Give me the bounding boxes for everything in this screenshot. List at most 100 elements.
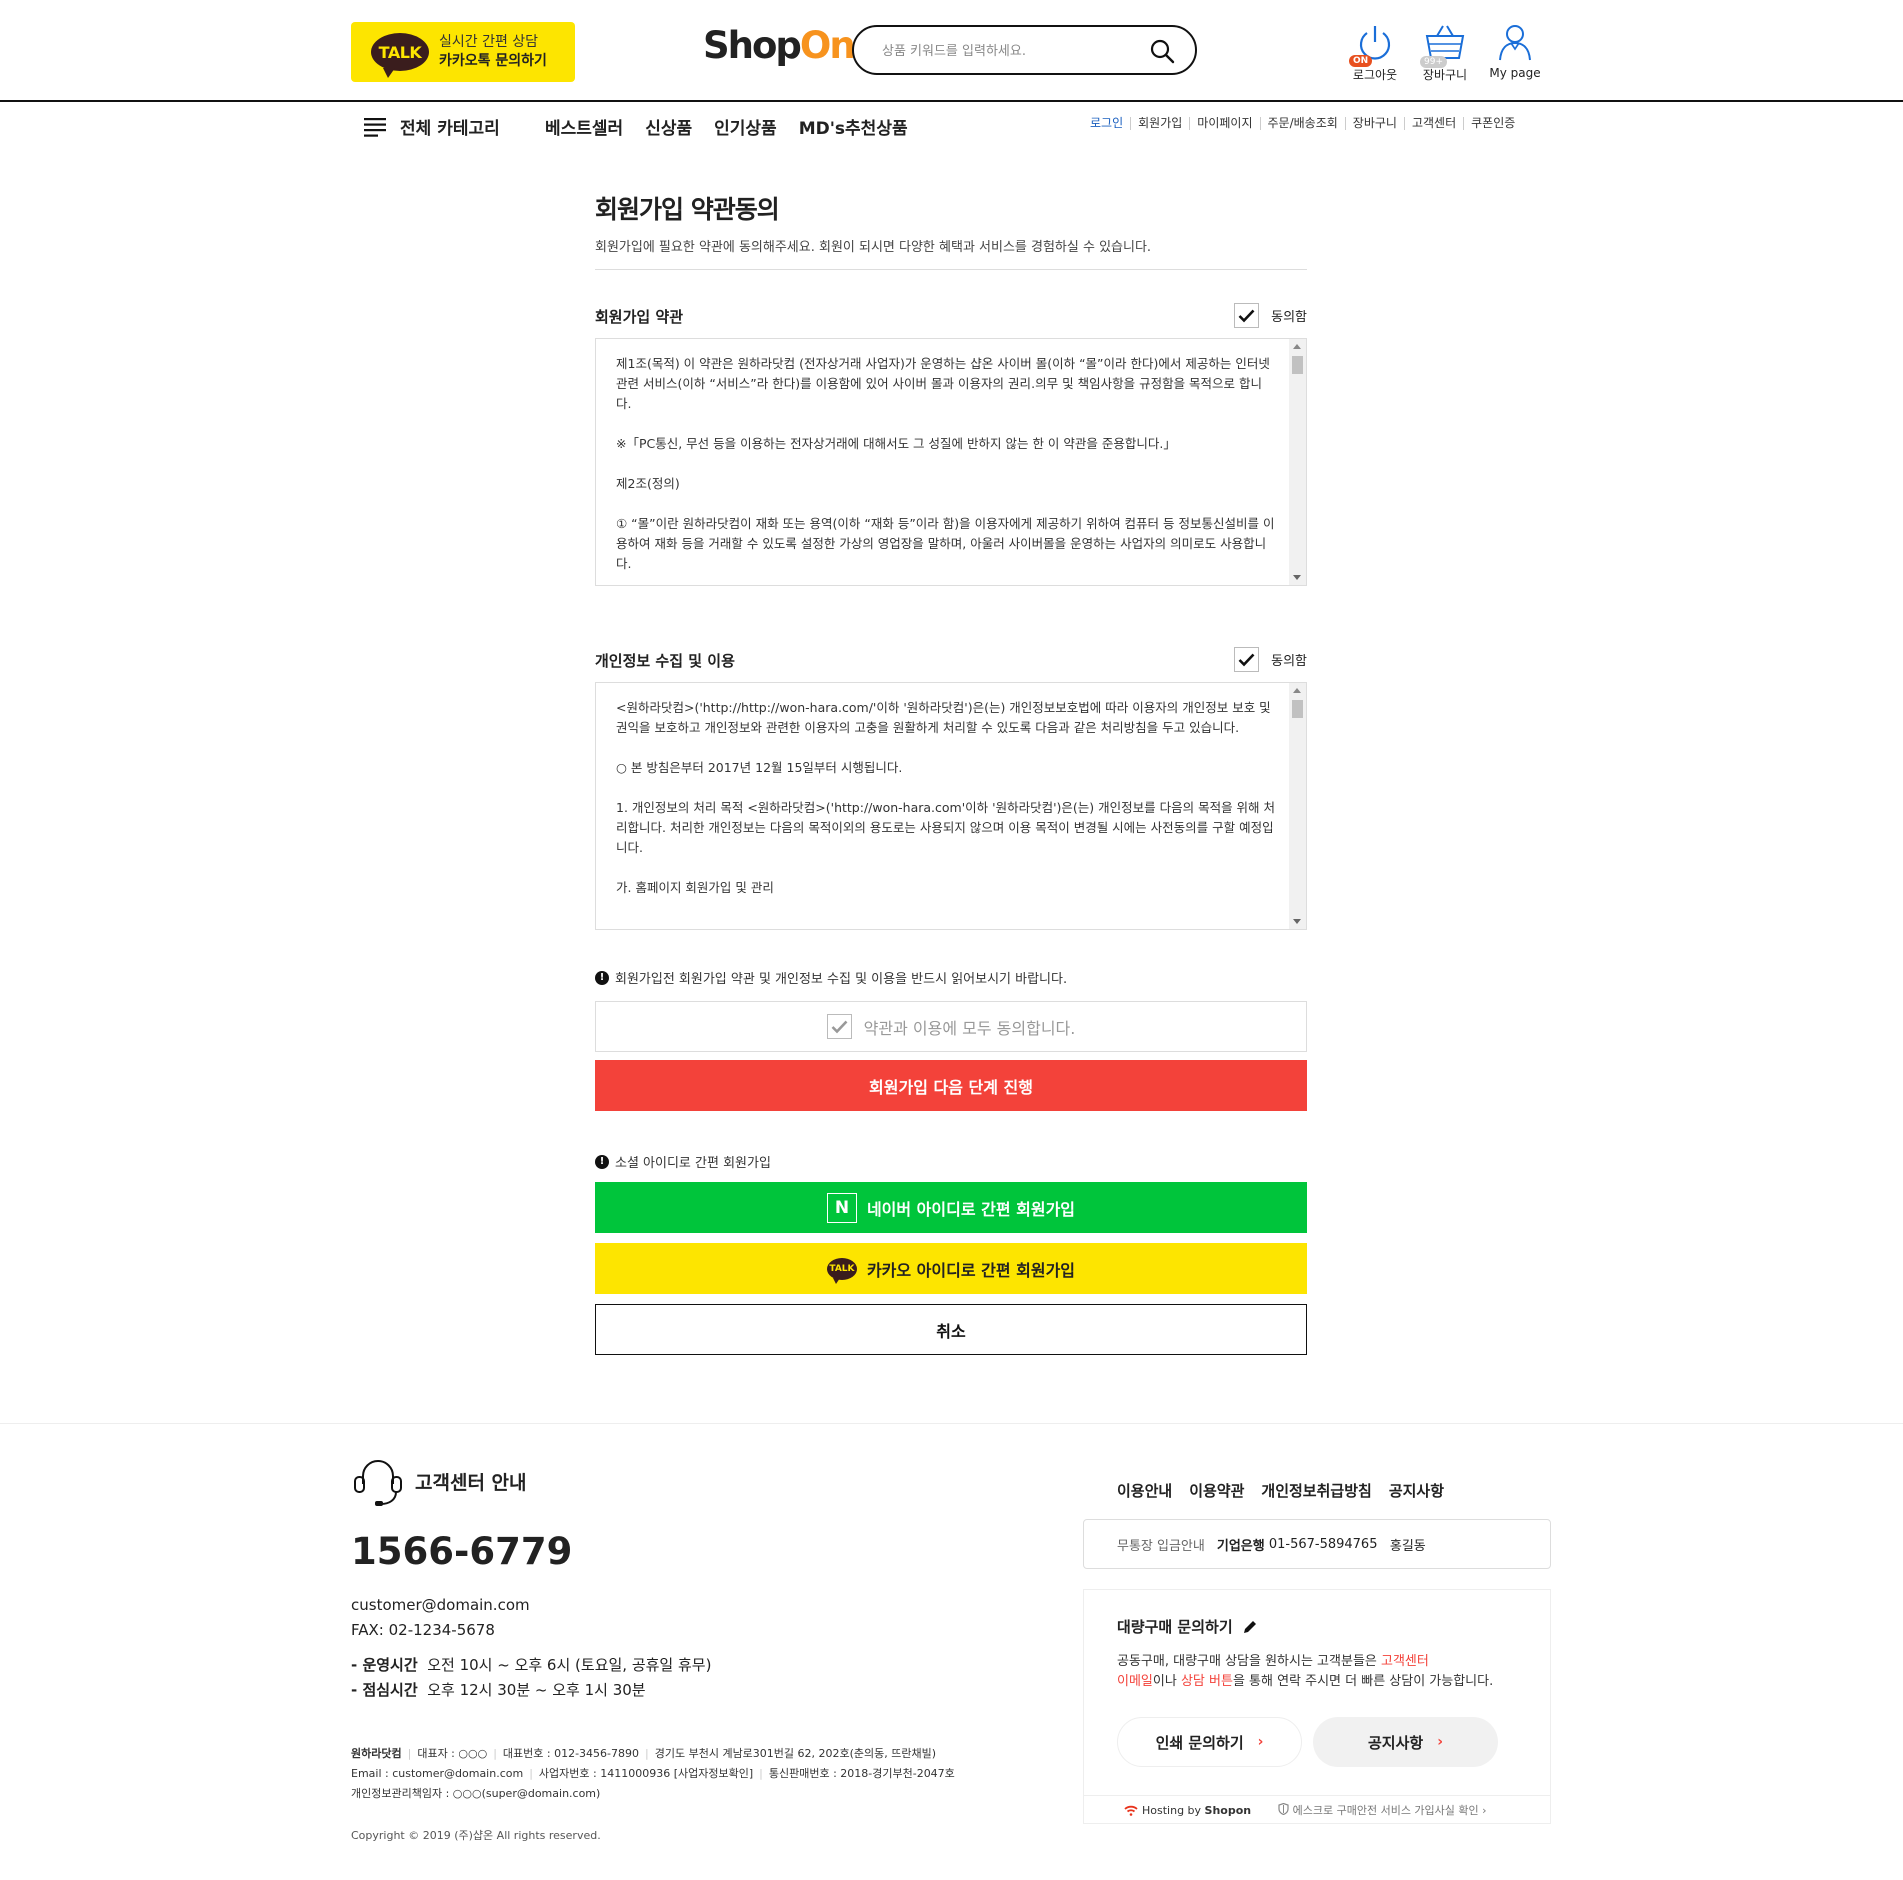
- scroll-thumb[interactable]: [1292, 700, 1303, 718]
- scroll-up-arrow-icon[interactable]: [1293, 688, 1301, 693]
- terms-agree: 동의함: [1234, 303, 1307, 328]
- footer-link-guide[interactable]: 이용안내: [1117, 1480, 1172, 1501]
- check-icon: [831, 1020, 848, 1033]
- subnav-coupon[interactable]: 쿠폰인증: [1463, 117, 1522, 130]
- print-inquiry-button[interactable]: 인쇄 문의하기 ›: [1117, 1717, 1302, 1767]
- hosting-name[interactable]: Shopon: [1205, 1804, 1252, 1817]
- privacy-section-header: 개인정보 수집 및 이용 동의함: [595, 647, 1307, 672]
- cs-title: 고객센터 안내: [351, 1454, 711, 1508]
- bank-account: 01-567-5894765: [1268, 1536, 1378, 1552]
- bank-info-box: 무통장 입금안내 기업은행 01-567-5894765 홍길동: [1083, 1519, 1551, 1569]
- read-terms-notice: ! 회원가입전 회원가입 약관 및 개인정보 수집 및 이용을 반드시 읽어보시…: [595, 968, 1307, 987]
- util-icons: ON 로그아웃 99+ 장바구니 My page: [1340, 22, 1550, 83]
- scroll-thumb[interactable]: [1292, 356, 1303, 374]
- kakao-signup-button[interactable]: TALK 카카오 아이디로 간편 회원가입: [595, 1243, 1307, 1294]
- footer-link-terms[interactable]: 이용약관: [1189, 1480, 1244, 1501]
- ceo: 대표자 : ○○○: [417, 1747, 488, 1760]
- business-number[interactable]: 사업자번호 : 1411000936 [사업자정보확인]: [539, 1767, 753, 1780]
- top-header: TALK 실시간 간편 상담 카카오톡 문의하기 ShopOn ON 로그아웃: [0, 0, 1903, 102]
- cart-button[interactable]: 99+ 장바구니: [1410, 22, 1480, 83]
- headset-icon: [354, 1460, 402, 1506]
- chevron-right-icon: ›: [1257, 1734, 1264, 1750]
- cs-phone: 1566-6779: [351, 1530, 573, 1573]
- on-badge: ON: [1349, 55, 1373, 67]
- signup-next-button[interactable]: 회원가입 다음 단계 진행: [595, 1060, 1307, 1111]
- footer-link-privacy[interactable]: 개인정보취급방침: [1261, 1480, 1371, 1501]
- naver-signup-button[interactable]: N 네이버 아이디로 간편 회원가입: [595, 1182, 1307, 1233]
- bulk-desc-text: 공동구매, 대량구매 상담을 원하시는 고객분들은: [1117, 1654, 1381, 1669]
- kakao-line2: 카카오톡 문의하기: [439, 53, 547, 69]
- bulk-desc-cs-link[interactable]: 고객센터: [1381, 1654, 1429, 1669]
- company-email: Email : customer@domain.com: [351, 1767, 524, 1780]
- company-line1: 원하라닷컴 | 대표자 : ○○○ | 대표번호 : 012-3456-7890 | 경기도…: [351, 1747, 937, 1760]
- scroll-up-arrow-icon[interactable]: [1293, 344, 1301, 349]
- mypage-button[interactable]: My page: [1480, 22, 1550, 83]
- privacy-agree-checkbox[interactable]: [1234, 647, 1260, 672]
- scroll-down-arrow-icon[interactable]: [1293, 575, 1301, 580]
- cs-hours: - 운영시간 오전 10시 ~ 오후 6시 (토요일, 공휴일 휴무) - 점심…: [351, 1653, 711, 1703]
- search-box: [852, 25, 1197, 75]
- terms-paragraph: ① “몰”이란 원하라닷컴이 재화 또는 용역(이하 “재화 등”이라 함)을 …: [616, 516, 1275, 571]
- lunch-hours: - 점심시간 오후 12시 30분 ~ 오후 1시 30분: [351, 1678, 711, 1703]
- agree-all-checkbox[interactable]: [826, 1014, 852, 1039]
- nav-bar: 전체 카테고리 베스트셀러 신상품 인기상품 MD's추천상품 로그인 회원가입…: [0, 104, 1903, 148]
- bulk-desc-email-link[interactable]: 이메일: [1117, 1674, 1153, 1689]
- nav-new-products[interactable]: 신상품: [645, 114, 692, 139]
- hamburger-menu-icon[interactable]: [364, 117, 386, 137]
- search-icon[interactable]: [1149, 38, 1175, 64]
- search-input[interactable]: [882, 40, 1132, 62]
- subnav-login[interactable]: 로그인: [1090, 117, 1130, 130]
- subnav-order-tracking[interactable]: 주문/배송조회: [1259, 117, 1345, 130]
- scroll-down-arrow-icon[interactable]: [1293, 919, 1301, 924]
- subnav-customer-center[interactable]: 고객센터: [1403, 117, 1463, 130]
- mypage-label: My page: [1489, 66, 1541, 80]
- privacy-paragraph: ○ 본 방침은부터 2017년 12월 15일부터 시행됩니다.: [616, 760, 903, 775]
- privacy-scrollbar[interactable]: [1289, 683, 1306, 929]
- subnav-cart[interactable]: 장바구니: [1344, 117, 1404, 130]
- read-terms-notice-text: 회원가입전 회원가입 약관 및 개인정보 수집 및 이용을 반드시 읽어보시기 …: [615, 972, 1068, 987]
- terms-agree-checkbox[interactable]: [1234, 303, 1260, 328]
- mail-order-number: 통신판매번호 : 2018-경기부천-2047호: [768, 1767, 955, 1780]
- privacy-paragraph: 가. 홈페이지 회원가입 및 관리: [616, 880, 774, 895]
- agree-all-box[interactable]: 약관과 이용에 모두 동의합니다.: [595, 1001, 1307, 1052]
- kakao-consult-text: 실시간 간편 상담 카카오톡 문의하기: [439, 33, 547, 71]
- pencil-icon: [1243, 1620, 1256, 1633]
- nav-md-picks[interactable]: MD's추천상품: [799, 114, 908, 139]
- bank-holder: 홍길동: [1389, 1538, 1426, 1554]
- kakao-consult-banner[interactable]: TALK 실시간 간편 상담 카카오톡 문의하기: [351, 22, 575, 82]
- escrow-link[interactable]: 에스크로 구매안전 서비스 가입사실 확인 ›: [1278, 1802, 1487, 1818]
- bulk-desc-text: 을 통해 연락 주시면 더 빠른 상담이 가능합니다.: [1232, 1674, 1494, 1689]
- chevron-right-icon: ›: [1437, 1734, 1443, 1750]
- company-name: 원하라닷컴: [351, 1747, 402, 1760]
- social-signup-notice-text: 소셜 아이디로 간편 회원가입: [615, 1156, 771, 1171]
- cart-label: 장바구니: [1422, 68, 1468, 82]
- logout-button[interactable]: ON 로그아웃: [1340, 22, 1410, 83]
- notice-label: 공지사항: [1368, 1733, 1424, 1752]
- privacy-scroll-box[interactable]: <원하라닷컴>('http://http://won-hara.com/'이하 …: [595, 682, 1307, 930]
- cs-email[interactable]: customer@domain.com: [351, 1593, 711, 1618]
- check-icon: [1238, 309, 1255, 322]
- bulk-desc-consult-link[interactable]: 상담 버튼: [1181, 1674, 1233, 1689]
- logout-label: 로그아웃: [1352, 68, 1398, 82]
- bulk-bottom-bar: Hosting by Shopon 에스크로 구매안전 서비스 가입사실 확인 …: [1084, 1795, 1550, 1824]
- footer-link-notice[interactable]: 공지사항: [1389, 1480, 1444, 1501]
- terms-scroll-box[interactable]: 제1조(목적) 이 약관은 원하라닷컴 (전자상거래 사업자)가 운영하는 샵온…: [595, 338, 1307, 586]
- exclamation-icon: !: [595, 970, 609, 985]
- nav-bestseller[interactable]: 베스트셀러: [545, 114, 623, 139]
- subnav-mypage[interactable]: 마이페이지: [1189, 117, 1259, 130]
- shopon-logo[interactable]: ShopOn: [703, 24, 856, 67]
- hosting-by-text: Hosting by: [1142, 1803, 1202, 1817]
- terms-paragraph: 제1조(목적) 이 약관은 원하라닷컴 (전자상거래 사업자)가 운영하는 샵온…: [616, 356, 1270, 411]
- terms-scrollbar[interactable]: [1289, 339, 1306, 585]
- exclamation-icon: !: [595, 1154, 609, 1169]
- cancel-button[interactable]: 취소: [595, 1304, 1307, 1355]
- subnav-signup[interactable]: 회원가입: [1130, 117, 1189, 130]
- notice-button[interactable]: 공지사항 ›: [1313, 1717, 1498, 1767]
- page-description: 회원가입에 필요한 약관에 동의해주세요. 회원이 되시면 다양한 혜택과 서비…: [595, 236, 1307, 270]
- privacy-paragraph: <원하라닷컴>('http://http://won-hara.com/'이하 …: [616, 700, 1271, 735]
- bulk-title: 대량구매 문의하기: [1117, 1616, 1259, 1637]
- bank-name: 기업은행: [1216, 1538, 1265, 1554]
- all-category-button[interactable]: 전체 카테고리: [400, 114, 500, 139]
- nav-popular[interactable]: 인기상품: [714, 114, 777, 139]
- signup-terms-content: 회원가입 약관동의 회원가입에 필요한 약관에 동의해주세요. 회원이 되시면 …: [595, 190, 1307, 1355]
